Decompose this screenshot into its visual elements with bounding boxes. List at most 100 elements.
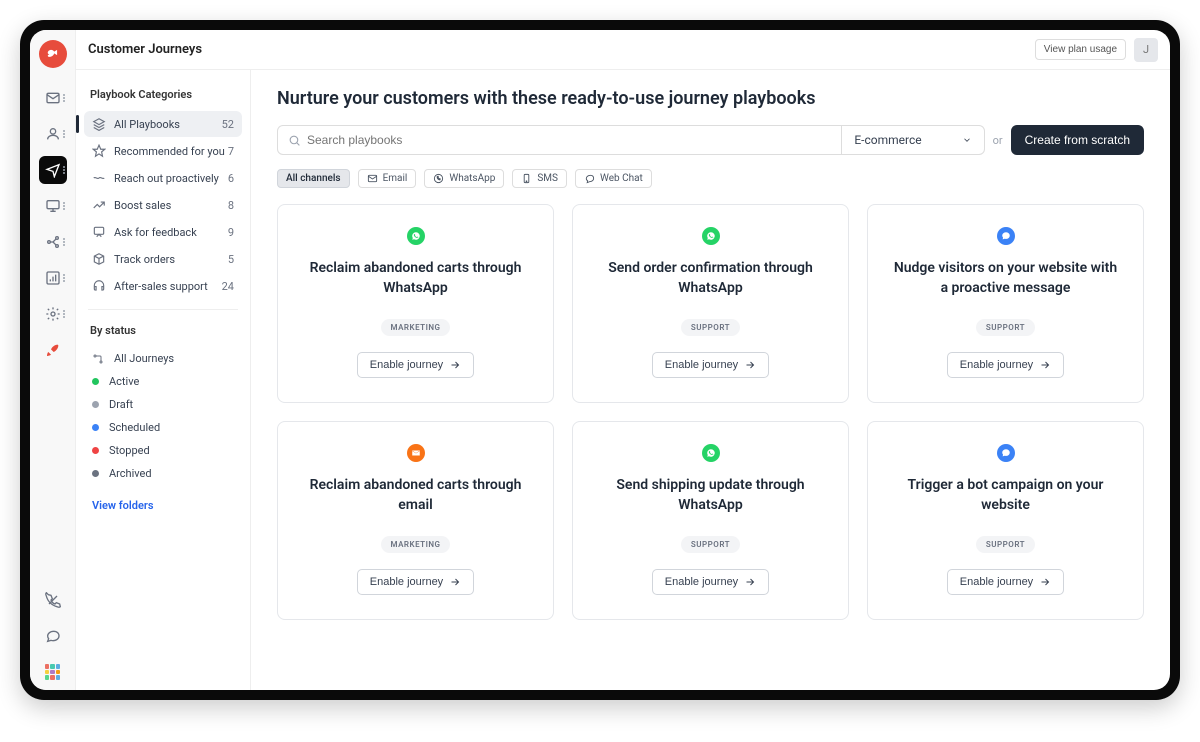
status-dot-icon (92, 378, 99, 385)
card-title: Reclaim abandoned carts through WhatsApp (294, 259, 537, 299)
category-count: 5 (228, 253, 234, 266)
search-icon (288, 134, 301, 147)
category-label: Track orders (114, 253, 228, 266)
nav-settings[interactable] (39, 300, 67, 328)
whatsapp-icon (407, 227, 425, 245)
email-icon (367, 173, 378, 184)
category-count: 52 (222, 118, 234, 131)
status-label: Archived (109, 467, 152, 480)
search-input[interactable] (307, 133, 831, 147)
chat-icon (997, 227, 1015, 245)
status-label: Scheduled (109, 421, 160, 434)
nav-monitor[interactable] (39, 192, 67, 220)
dropdown-selected-value: E-commerce (854, 133, 921, 147)
email-icon (407, 444, 425, 462)
status-dot-icon (92, 447, 99, 454)
nav-rocket[interactable] (39, 336, 67, 364)
enable-journey-button[interactable]: Enable journey (357, 569, 474, 595)
category-count: 9 (228, 226, 234, 239)
category-label: After-sales support (114, 280, 222, 293)
status-active[interactable]: Active (84, 370, 242, 393)
status-dot-icon (92, 424, 99, 431)
sidebar: Playbook Categories All Playbooks 52 Rec… (76, 70, 251, 690)
enable-journey-button[interactable]: Enable journey (947, 352, 1064, 378)
playbook-card: Send order confirmation through WhatsApp… (572, 204, 849, 403)
channel-chip-email[interactable]: Email (358, 169, 417, 188)
chat-icon (997, 444, 1015, 462)
feedback-icon (92, 225, 106, 239)
chevron-down-icon (962, 135, 972, 145)
category-label: Boost sales (114, 199, 228, 212)
category-count: 24 (222, 280, 234, 293)
enable-journey-button[interactable]: Enable journey (357, 352, 474, 378)
trending-up-icon (92, 198, 106, 212)
category-boost-sales[interactable]: Boost sales 8 (84, 192, 242, 218)
category-recommended[interactable]: Recommended for you 7 (84, 138, 242, 164)
content-area: Nurture your customers with these ready-… (251, 70, 1170, 690)
status-label: Stopped (109, 444, 150, 457)
flow-icon (92, 353, 104, 365)
enable-journey-button[interactable]: Enable journey (652, 352, 769, 378)
playbook-card: Reclaim abandoned carts through WhatsApp… (277, 204, 554, 403)
nav-apps[interactable] (39, 658, 67, 686)
categories-heading: Playbook Categories (84, 84, 242, 111)
playbook-card: Nudge visitors on your website with a pr… (867, 204, 1144, 403)
category-count: 8 (228, 199, 234, 212)
view-folders-link[interactable]: View folders (84, 485, 242, 516)
brand-logo[interactable] (39, 40, 67, 68)
avatar[interactable]: J (1134, 38, 1158, 62)
card-tag: SUPPORT (976, 319, 1035, 336)
channel-chip-sms[interactable]: SMS (512, 169, 567, 188)
category-after-sales[interactable]: After-sales support 24 (84, 273, 242, 299)
category-all-playbooks[interactable]: All Playbooks 52 (84, 111, 242, 137)
view-plan-usage-button[interactable]: View plan usage (1035, 39, 1126, 60)
nav-phone[interactable] (39, 586, 67, 614)
icon-rail (30, 30, 76, 690)
content-headline: Nurture your customers with these ready-… (277, 88, 1144, 109)
enable-journey-button[interactable]: Enable journey (652, 569, 769, 595)
arrow-right-icon (449, 359, 461, 371)
status-all-journeys[interactable]: All Journeys (84, 347, 242, 370)
star-icon (92, 144, 106, 158)
status-label: Active (109, 375, 139, 388)
category-track-orders[interactable]: Track orders 5 (84, 246, 242, 272)
sms-icon (521, 173, 532, 184)
whatsapp-icon (433, 173, 444, 184)
nav-journeys[interactable] (39, 156, 67, 184)
card-title: Reclaim abandoned carts through email (294, 476, 537, 516)
category-label: All Playbooks (114, 118, 222, 131)
enable-journey-button[interactable]: Enable journey (947, 569, 1064, 595)
category-feedback[interactable]: Ask for feedback 9 (84, 219, 242, 245)
category-count: 7 (228, 145, 234, 158)
arrow-right-icon (1039, 576, 1051, 588)
status-scheduled[interactable]: Scheduled (84, 416, 242, 439)
status-archived[interactable]: Archived (84, 462, 242, 485)
category-label: Ask for feedback (114, 226, 228, 239)
package-icon (92, 252, 106, 266)
status-dot-icon (92, 401, 99, 408)
card-title: Trigger a bot campaign on your website (884, 476, 1127, 516)
nav-automation[interactable] (39, 228, 67, 256)
playbook-card: Reclaim abandoned carts through email MA… (277, 421, 554, 620)
status-stopped[interactable]: Stopped (84, 439, 242, 462)
nav-chat[interactable] (39, 622, 67, 650)
webchat-icon (584, 173, 595, 184)
category-dropdown[interactable]: E-commerce (841, 126, 983, 154)
card-tag: SUPPORT (976, 536, 1035, 553)
nav-reports[interactable] (39, 264, 67, 292)
wave-icon (92, 171, 106, 185)
nav-inbox[interactable] (39, 84, 67, 112)
card-tag: MARKETING (381, 319, 451, 336)
layers-icon (92, 117, 106, 131)
card-title: Send shipping update through WhatsApp (589, 476, 832, 516)
nav-contacts[interactable] (39, 120, 67, 148)
channel-chip-whatsapp[interactable]: WhatsApp (424, 169, 504, 188)
search-control: E-commerce (277, 125, 985, 155)
status-draft[interactable]: Draft (84, 393, 242, 416)
status-dot-icon (92, 470, 99, 477)
category-reach-out[interactable]: Reach out proactively 6 (84, 165, 242, 191)
channel-chip-webchat[interactable]: Web Chat (575, 169, 652, 188)
channel-chip-all[interactable]: All channels (277, 169, 350, 188)
category-label: Reach out proactively (114, 172, 228, 185)
create-from-scratch-button[interactable]: Create from scratch (1011, 125, 1144, 155)
